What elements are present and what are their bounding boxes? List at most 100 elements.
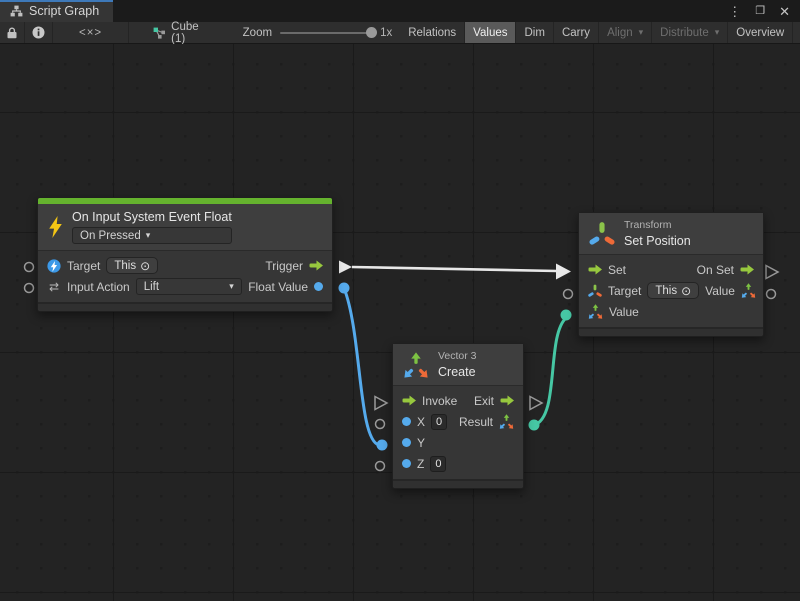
value-out-label: Value [705, 284, 735, 298]
zoom-control: Zoom 1x [243, 22, 401, 43]
port-trigger-out-connected[interactable] [339, 261, 352, 274]
code-icon: <×> [79, 27, 102, 39]
target-this-button[interactable]: This ⊙ [647, 282, 699, 299]
port-set-in-connected[interactable] [556, 264, 571, 280]
row-set-onset: Set On Set [579, 259, 763, 280]
port-x-in[interactable] [376, 420, 385, 429]
port-value-out[interactable] [767, 290, 776, 299]
lock-icon [7, 27, 17, 39]
target-picker-icon: ⊙ [681, 284, 691, 298]
z-value-field[interactable]: 0 [430, 456, 446, 472]
tab-label: Script Graph [29, 4, 99, 18]
flow-arrow-icon [740, 264, 754, 275]
graph-hierarchy-icon [10, 5, 23, 17]
value-in-label: Value [609, 305, 639, 319]
port-event-action-in[interactable] [25, 284, 34, 293]
set-label: Set [608, 263, 626, 277]
row-target-value: Target This ⊙ Value [579, 280, 763, 301]
zoom-slider-knob[interactable] [366, 27, 377, 38]
flow-arrow-icon [500, 395, 514, 406]
port-event-target-in[interactable] [25, 263, 34, 272]
flow-arrow-icon [309, 260, 323, 271]
x-label: X [417, 415, 425, 429]
graph-toolbar: <×> Cube (1) Zoom 1x Relations Values [0, 22, 800, 44]
node-footer [38, 302, 332, 311]
event-mode-dropdown[interactable]: On Pressed ▾ [72, 227, 232, 244]
node-on-input-system-event-float[interactable]: On Input System Event Float On Pressed ▾ [37, 197, 333, 312]
flow-arrow-icon [402, 395, 416, 406]
menu-icon[interactable]: ⋮ [728, 5, 741, 18]
zoom-label: Zoom [243, 27, 272, 39]
info-icon [32, 26, 45, 39]
dim-button[interactable]: Dim [516, 22, 553, 43]
input-action-dropdown[interactable]: Lift ▾ [136, 278, 242, 295]
overview-button[interactable]: Overview [728, 22, 793, 43]
full-screen-button[interactable]: Full Screen [793, 22, 800, 43]
zoom-slider[interactable] [280, 32, 372, 34]
port-transform-target-in[interactable] [564, 290, 573, 299]
window-controls: ⋮ ❐ ✕ [728, 0, 800, 22]
vector3-port-icon [741, 283, 756, 298]
chevron-down-icon: ▾ [715, 27, 720, 38]
target-this-button[interactable]: This ⊙ [106, 257, 158, 274]
port-result-out-connected[interactable] [529, 420, 540, 431]
node-transform-set-position[interactable]: Transform Set Position Set On Set [578, 212, 764, 337]
target-label: Target [608, 284, 641, 298]
tab-bar: Script Graph ⋮ ❐ ✕ [0, 0, 800, 22]
vector3-icon [403, 352, 429, 378]
carry-button[interactable]: Carry [554, 22, 599, 43]
y-label: Y [417, 436, 425, 450]
invoke-label: Invoke [422, 394, 457, 408]
row-input-action: ⇄ Input Action Lift ▾ Float Value [38, 276, 332, 297]
float-port-icon [402, 417, 411, 426]
zoom-level: 1x [380, 27, 392, 39]
tab-script-graph[interactable]: Script Graph [0, 0, 113, 22]
node-vector3-create[interactable]: Vector 3 Create Invoke Exit [392, 343, 524, 489]
maximize-icon[interactable]: ❐ [755, 6, 765, 17]
port-y-in-connected[interactable] [377, 440, 388, 451]
graph-canvas[interactable]: On Input System Event Float On Pressed ▾ [0, 44, 800, 601]
port-exit-out[interactable] [530, 397, 542, 410]
node-category: Transform [624, 219, 691, 231]
node-footer [393, 479, 523, 488]
close-icon[interactable]: ✕ [779, 5, 790, 18]
z-label: Z [417, 457, 424, 471]
graph-ref-label: Cube (1) [171, 21, 199, 45]
node-title: Set Position [624, 234, 691, 248]
port-value-in-connected[interactable] [561, 310, 572, 321]
distribute-button[interactable]: Distribute▾ [652, 22, 728, 43]
row-z: Z 0 [393, 453, 523, 474]
toolbar-right-group: Relations Values Dim Carry Align▾ Distri… [400, 22, 800, 43]
target-picker-icon: ⊙ [140, 259, 150, 273]
relations-button[interactable]: Relations [400, 22, 465, 43]
port-z-in[interactable] [376, 462, 385, 471]
align-button[interactable]: Align▾ [599, 22, 652, 43]
transform-icon [589, 221, 615, 247]
port-floatvalue-out-connected[interactable] [339, 283, 350, 294]
info-button[interactable] [25, 22, 53, 43]
vector3-port-icon [499, 414, 514, 429]
row-invoke-exit: Invoke Exit [393, 390, 523, 411]
target-label: Target [67, 259, 100, 273]
trigger-label: Trigger [265, 259, 303, 273]
port-onset-out[interactable] [766, 266, 778, 279]
active-tab-indicator [0, 0, 113, 2]
input-action-icon: ⇄ [47, 280, 61, 294]
wire-trigger-to-set[interactable] [352, 267, 557, 271]
node-header: On Input System Event Float On Pressed ▾ [38, 204, 332, 251]
wire-result-to-value[interactable] [534, 318, 566, 425]
node-title: Create [438, 365, 477, 379]
row-y: Y [393, 432, 523, 453]
x-value-field[interactable]: 0 [431, 414, 447, 430]
wire-floatvalue-to-y[interactable] [344, 288, 379, 445]
lock-button[interactable] [0, 22, 25, 43]
values-button[interactable]: Values [465, 22, 516, 43]
node-header: Transform Set Position [579, 213, 763, 255]
on-set-label: On Set [697, 263, 734, 277]
code-view-button[interactable]: <×> [53, 22, 129, 43]
row-value-in: Value [579, 301, 763, 322]
graph-breadcrumb[interactable]: Cube (1) [147, 22, 205, 43]
float-value-label: Float Value [248, 280, 308, 294]
port-invoke-in[interactable] [375, 397, 387, 410]
node-title: On Input System Event Float [72, 210, 232, 224]
